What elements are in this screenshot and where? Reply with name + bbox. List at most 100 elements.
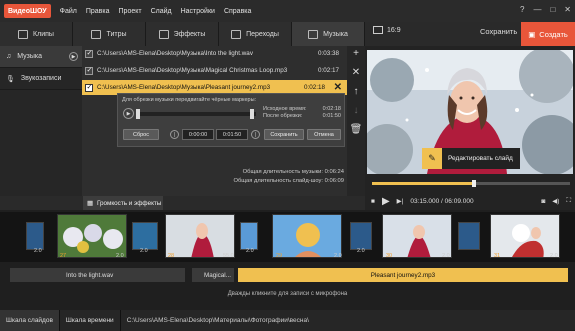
trim-slider[interactable] [136, 109, 256, 119]
track-checkbox[interactable] [85, 66, 93, 75]
set-end-icon[interactable]: | [251, 130, 260, 139]
current-folder-path: C:\Users\AMS-Elena\Desktop\Материалы\Фот… [126, 317, 309, 324]
minimize-icon[interactable]: — [533, 5, 541, 14]
slide-number: 27 [60, 253, 67, 259]
maximize-icon[interactable]: □ [550, 5, 555, 14]
menu-settings[interactable]: Настройки [181, 8, 215, 15]
menu-file[interactable]: Файл [60, 8, 77, 15]
slide-thumb[interactable] [57, 214, 127, 258]
music-total-label: Общая длительность музыки: [242, 169, 324, 175]
audio-track[interactable]: Into the light.wav [10, 268, 185, 282]
app-logo: ВидеоШОУ [4, 4, 51, 18]
audio-track[interactable]: Magical... [192, 268, 234, 282]
playback-progress[interactable] [372, 180, 570, 187]
menu-slide[interactable]: Слайд [151, 8, 172, 15]
play-icon[interactable]: ▶ [382, 196, 390, 207]
tab-effects[interactable]: Эффекты [146, 22, 219, 46]
help-icon[interactable]: ? [520, 5, 524, 14]
sidebar-item-recordings[interactable]: 🎙 Звукозаписи [0, 68, 82, 90]
sidebar-item-music[interactable]: ♫ Музыка ▶ [0, 46, 82, 68]
track-duration: 0:02:18 [303, 84, 325, 91]
music-icon [308, 29, 319, 39]
remove-track-icon[interactable]: ✕ [334, 82, 342, 93]
tab-time-scale[interactable]: Шкала времени [60, 310, 121, 331]
slide-thumb[interactable] [165, 214, 235, 258]
add-icon[interactable]: + [353, 48, 359, 59]
delete-icon[interactable]: 🗑 [350, 124, 363, 135]
tab-slide-scale[interactable]: Шкала слайдов [0, 310, 60, 331]
film-icon: ▣ [528, 29, 536, 39]
menu-edit[interactable]: Правка [86, 8, 110, 15]
trim-hint: Для обрезки музыки передвигайте чёрные м… [122, 97, 257, 103]
slide-thumb[interactable] [382, 214, 452, 258]
record-hint[interactable]: Дважды кликните для записи с микрофона [0, 291, 575, 297]
volume-effects-button[interactable]: ▦ Громкость и эффекты [83, 196, 163, 210]
music-total-row: Общая длительность музыки: 0:06:24 [160, 168, 344, 177]
trim-save-button[interactable]: Сохранить [264, 129, 304, 140]
orig-time-label: Исходное время: [263, 106, 307, 112]
slide-image [491, 215, 559, 257]
trim-cancel-button[interactable]: Отмена [307, 129, 341, 140]
reset-button[interactable]: Сброс [123, 129, 159, 140]
set-start-icon[interactable]: | [170, 130, 179, 139]
trim-end-handle[interactable] [250, 109, 254, 119]
move-up-icon[interactable]: ↑ [354, 86, 359, 97]
volume-icon[interactable]: ◀) [552, 197, 559, 205]
slide-number: 29 [276, 253, 283, 259]
list-item[interactable]: C:\Users\AMS-Elena\Desktop\Музыка\Magica… [82, 63, 347, 78]
orig-time-row: Исходное время: 0:02:18 [263, 106, 341, 112]
create-label: Создать [539, 29, 568, 39]
menu-help[interactable]: Справка [224, 8, 251, 15]
transition-thumb[interactable] [240, 222, 258, 250]
slide-length: 2.0 [442, 253, 450, 259]
transition-thumb[interactable] [26, 222, 44, 250]
aspect-ratio[interactable]: 16:9 [373, 26, 401, 34]
stop-icon[interactable]: ■ [371, 198, 375, 205]
remove-icon[interactable]: ✕ [352, 67, 360, 78]
trim-start-input[interactable]: 0:00:00 [182, 129, 214, 140]
tab-titles[interactable]: Титры [73, 22, 146, 46]
slide-thumb[interactable] [272, 214, 342, 258]
trim-start-handle[interactable] [136, 109, 140, 119]
transition-thumb[interactable] [458, 222, 480, 250]
transition-thumb[interactable] [350, 222, 372, 250]
slide-image [58, 215, 126, 257]
save-project-button[interactable]: Сохранить [480, 27, 517, 36]
screen-icon [373, 26, 383, 34]
track-checkbox[interactable] [85, 49, 93, 58]
play-icon[interactable]: ▶ [69, 52, 78, 61]
tab-label: Титры [106, 30, 127, 38]
tab-clips[interactable]: Клипы [0, 22, 73, 46]
transition-thumb[interactable] [132, 222, 158, 250]
slide-length: 2.0 [550, 253, 558, 259]
trim-play-button[interactable]: ▶ [123, 108, 134, 119]
edit-slide-label: Редактировать слайд [448, 155, 513, 162]
pencil-icon: ✎ [422, 148, 442, 169]
fullscreen-icon[interactable]: ⛶ [566, 197, 571, 205]
close-icon[interactable]: ✕ [564, 5, 571, 14]
snapshot-icon[interactable]: ◙ [541, 198, 545, 205]
tab-transitions[interactable]: Переходы [219, 22, 292, 46]
after-time-label: После обрезки: [263, 113, 303, 119]
window-controls: ? — □ ✕ [520, 5, 571, 14]
trim-end-input[interactable]: 0:01:50 [216, 129, 248, 140]
track-duration: 0:03:38 [317, 50, 339, 57]
slide-length: 2.0 [334, 253, 342, 259]
show-total-value: 0:06:09 [324, 178, 344, 184]
volume-effects-label: Громкость и эффекты [96, 199, 162, 207]
audio-track-selected[interactable]: Pleasant journey2.mp3 [238, 268, 568, 282]
track-checkbox[interactable] [85, 83, 93, 92]
next-icon[interactable]: ▶| [397, 197, 404, 205]
menu-project[interactable]: Проект [119, 8, 142, 15]
playback-progress-handle[interactable] [472, 180, 476, 187]
move-down-icon[interactable]: ↓ [354, 105, 359, 116]
slide-image [166, 215, 234, 257]
create-button[interactable]: ▣ Создать [521, 22, 575, 46]
tab-music[interactable]: Музыка [292, 22, 365, 46]
edit-slide-button[interactable]: ✎ Редактировать слайд [422, 148, 520, 169]
list-item[interactable]: C:\Users\AMS-Elena\Desktop\Музыка\Into t… [82, 46, 347, 61]
transition-length: 2.0 [34, 248, 42, 254]
menu-bar: ВидеоШОУ Файл Правка Проект Слайд Настро… [0, 0, 575, 22]
total-durations: Общая длительность музыки: 0:06:24 Общая… [160, 168, 344, 186]
slide-thumb[interactable] [490, 214, 560, 258]
